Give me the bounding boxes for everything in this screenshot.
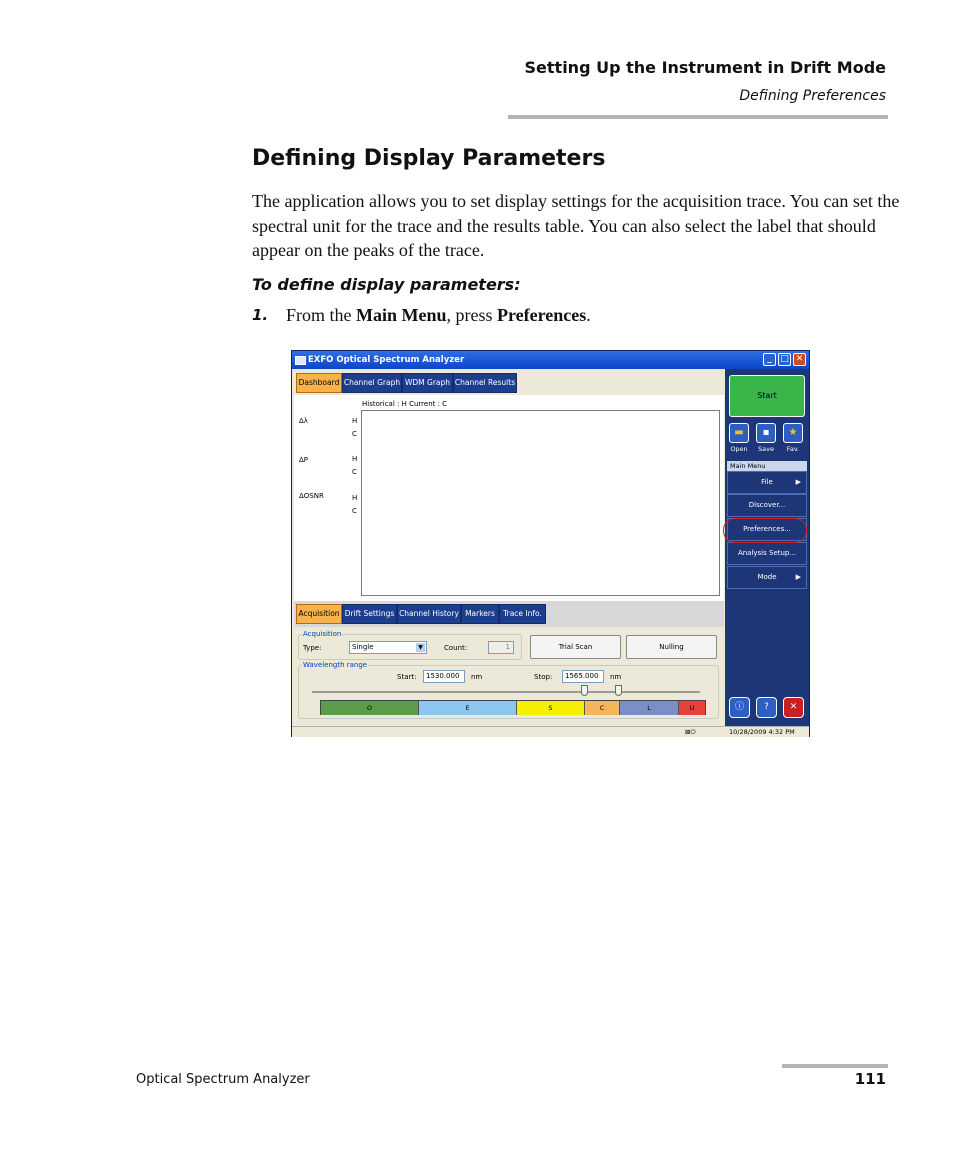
band-c-label: C: [599, 704, 605, 712]
app-window-screenshot: EXFO Optical Spectrum Analyzer _ □ ✕ Das…: [291, 350, 810, 737]
step-text-a: From the: [286, 305, 356, 325]
band-o-label: O: [366, 704, 373, 712]
step-text-c: .: [586, 305, 591, 325]
band-c: C: [585, 701, 620, 715]
menu-item-file-label: File: [761, 478, 773, 486]
status-icons: ⊠⏻: [685, 728, 696, 736]
chevron-down-icon[interactable]: ▼: [416, 643, 425, 652]
tab-trace-info[interactable]: Trace Info.: [499, 604, 546, 624]
stop-wavelength-field[interactable]: 1565.000: [562, 670, 604, 683]
maximize-icon[interactable]: □: [778, 353, 791, 366]
row-h: H: [352, 494, 358, 502]
chapter-title: Setting Up the Instrument in Drift Mode: [524, 58, 886, 77]
procedure-title: To define display parameters:: [252, 275, 521, 294]
info-icon[interactable]: ⓘ: [729, 697, 750, 718]
wavelength-range-label: Wavelength range: [302, 661, 369, 669]
tab-channel-graph[interactable]: Channel Graph: [342, 373, 402, 393]
row-c: C: [352, 430, 357, 438]
row-c: C: [352, 468, 357, 476]
start-button[interactable]: Start: [729, 375, 805, 417]
main-menu-header: Main Menu: [727, 461, 807, 471]
app-icon: [295, 356, 306, 365]
type-value: Single: [352, 643, 374, 651]
step-text: From the Main Menu, press Preferences.: [286, 305, 591, 326]
type-select[interactable]: Single ▼: [349, 641, 427, 654]
tab-channel-results[interactable]: Channel Results: [453, 373, 517, 393]
trial-scan-button[interactable]: Trial Scan: [530, 635, 621, 659]
stop-field-label: Stop:: [534, 673, 553, 681]
band-e: E: [419, 701, 517, 715]
drift-plot-area: [361, 410, 720, 596]
start-field-label: Start:: [397, 673, 417, 681]
tab-acquisition[interactable]: Acquisition: [296, 604, 342, 624]
band-l-label: L: [647, 704, 651, 712]
exit-icon[interactable]: ✕: [783, 697, 804, 718]
row-label-delta-lambda: Δλ: [299, 417, 308, 425]
band-u-label: U: [689, 704, 695, 712]
save-label: Save: [758, 445, 774, 453]
historical-current-legend: Historical : H Current : C: [362, 400, 448, 408]
section-title: Defining Display Parameters: [252, 146, 606, 171]
start-unit: nm: [471, 673, 483, 681]
section-subtitle: Defining Preferences: [739, 88, 886, 104]
arrow-right-icon: ▶: [795, 573, 801, 581]
tab-channel-history[interactable]: Channel History: [397, 604, 461, 624]
band-u: U: [679, 701, 705, 715]
start-wavelength-field[interactable]: 1530.000: [423, 670, 465, 683]
band-e-label: E: [465, 704, 470, 712]
acquisition-group-label: Acquisition: [302, 630, 343, 638]
row-label-delta-p: ΔP: [299, 456, 309, 464]
page-number: 111: [854, 1070, 886, 1088]
row-h: H: [352, 455, 358, 463]
status-datetime: 10/28/2009 4:32 PM: [729, 728, 795, 736]
fav-label: Fav.: [786, 445, 800, 453]
step-bold-main-menu: Main Menu: [356, 305, 447, 325]
tab-drift-settings[interactable]: Drift Settings: [342, 604, 397, 624]
wavelength-slider-track[interactable]: [312, 691, 700, 693]
type-label: Type:: [303, 644, 322, 652]
stop-unit: nm: [610, 673, 622, 681]
open-label: Open: [730, 445, 748, 453]
nulling-button[interactable]: Nulling: [626, 635, 717, 659]
start-slider-handle[interactable]: [581, 685, 588, 696]
menu-item-file[interactable]: File ▶: [727, 471, 807, 494]
footer-product: Optical Spectrum Analyzer: [136, 1072, 310, 1087]
intro-paragraph: The application allows you to set displa…: [252, 191, 900, 260]
band-s: S: [517, 701, 585, 715]
step-bold-preferences: Preferences: [497, 305, 587, 325]
minimize-icon[interactable]: _: [763, 353, 776, 366]
save-disk-icon[interactable]: ▪: [756, 423, 776, 443]
row-label-delta-osnr: ΔOSNR: [299, 492, 324, 500]
header-rule: [508, 115, 888, 119]
preferences-highlight-circle: [723, 518, 807, 543]
tab-markers[interactable]: Markers: [461, 604, 499, 624]
count-label: Count:: [444, 644, 468, 652]
band-o: O: [321, 701, 419, 715]
tab-dashboard[interactable]: Dashboard: [296, 373, 342, 393]
window-title: EXFO Optical Spectrum Analyzer: [308, 355, 465, 365]
row-h: H: [352, 417, 358, 425]
arrow-right-icon: ▶: [795, 478, 801, 486]
step-number: 1.: [252, 306, 269, 324]
menu-item-analysis-setup[interactable]: Analysis Setup...: [727, 542, 807, 565]
step-text-b: , press: [446, 305, 498, 325]
tab-wdm-graph[interactable]: WDM Graph: [402, 373, 453, 393]
band-s-label: S: [548, 704, 553, 712]
help-icon[interactable]: ?: [756, 697, 777, 718]
window-titlebar: EXFO Optical Spectrum Analyzer _ □ ✕: [292, 351, 809, 369]
menu-item-discover[interactable]: Discover...: [727, 494, 807, 517]
close-icon[interactable]: ✕: [793, 353, 806, 366]
row-c: C: [352, 507, 357, 515]
spectral-band-bar: O E S C L U: [320, 700, 706, 715]
stop-slider-handle[interactable]: [615, 685, 622, 696]
open-folder-icon[interactable]: ▬: [729, 423, 749, 443]
favorite-star-icon[interactable]: ★: [783, 423, 803, 443]
band-l: L: [620, 701, 679, 715]
count-field[interactable]: 1: [488, 641, 514, 654]
menu-item-mode[interactable]: Mode ▶: [727, 566, 807, 589]
menu-item-mode-label: Mode: [757, 573, 777, 581]
status-bar: ⊠⏻ 10/28/2009 4:32 PM: [292, 726, 809, 737]
footer-rule: [782, 1064, 888, 1068]
